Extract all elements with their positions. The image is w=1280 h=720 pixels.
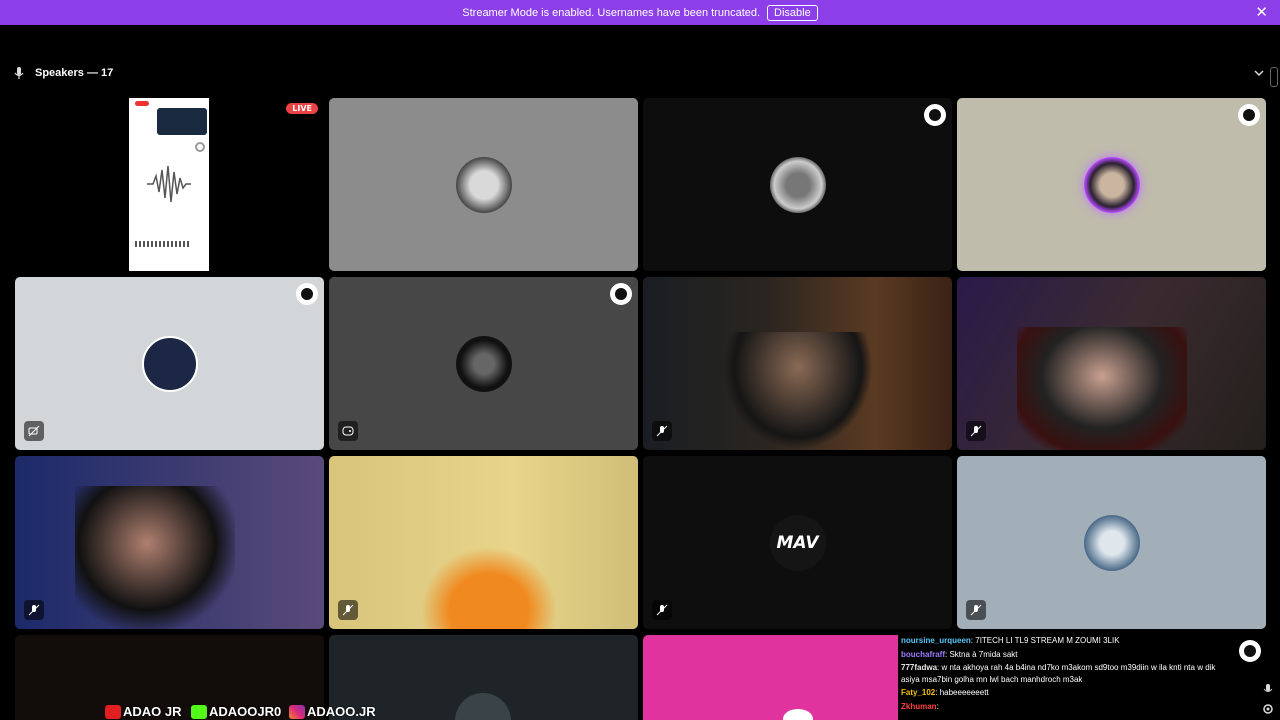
chevron-down-icon[interactable] [1252, 66, 1266, 80]
avatar [1083, 156, 1140, 213]
speakers-title: Speakers — 17 [35, 67, 114, 79]
avatar [769, 156, 826, 213]
participant-tile-6[interactable] [329, 277, 638, 450]
audio-waveform-icon [147, 165, 191, 203]
avatar-logo-text: MAV [776, 532, 819, 553]
chat-message: 777fadwa: w nta akhoya rah 4a b4ina nd7k… [901, 663, 1216, 684]
participant-tile-2[interactable] [329, 98, 638, 271]
avatar: MAV [769, 514, 826, 571]
participant-tile-7[interactable] [643, 277, 952, 450]
activity-icon [338, 421, 358, 441]
webcam-video [409, 536, 569, 629]
participant-tile-8[interactable] [957, 277, 1266, 450]
instagram-icon [289, 704, 305, 719]
participant-tile-1[interactable]: LIVE [15, 98, 324, 271]
microphone-muted-icon [338, 600, 358, 620]
disable-streamer-mode-button[interactable]: Disable [767, 4, 818, 21]
chat-message: bouchafraff: Sktna à 7mida sakt [901, 649, 1018, 659]
instagram-handle: ADAOO.JR [289, 703, 376, 720]
participant-tile-10[interactable] [329, 456, 638, 629]
avatar [1083, 514, 1140, 571]
phone-screen-share [129, 98, 209, 271]
kick-icon [191, 704, 207, 719]
participant-tile-4[interactable] [957, 98, 1266, 271]
participant-tile-3[interactable] [643, 98, 952, 271]
chat-message: noursine_urqueen: 7ITECH LI TL9 STREAM M… [901, 636, 1120, 645]
kick-handle: ADAOOJR0 [191, 703, 281, 720]
chat-message: Faty_102: habeeeeeeett [901, 688, 989, 697]
stream-badge-icon [1238, 104, 1260, 126]
participant-tile-15[interactable] [643, 635, 903, 720]
stream-badge-icon [924, 104, 946, 126]
stream-badge-icon [1239, 640, 1261, 662]
avatar [455, 693, 511, 720]
speakers-header[interactable]: Speakers — 17 [12, 64, 1268, 82]
streamer-mode-banner: Streamer Mode is enabled. Usernames have… [0, 0, 1280, 25]
avatar [455, 156, 512, 213]
participant-tile-12[interactable] [957, 456, 1266, 629]
microphone-muted-icon [966, 421, 986, 441]
banner-message: Streamer Mode is enabled. Usernames have… [462, 6, 761, 19]
stream-badge-icon [296, 283, 318, 305]
avatar [141, 335, 198, 392]
participant-tile-5[interactable] [15, 277, 324, 450]
settings-icon[interactable] [1262, 703, 1274, 715]
microphone-icon[interactable] [1262, 683, 1274, 695]
microphone-muted-icon [966, 600, 986, 620]
microphone-muted-icon [652, 600, 672, 620]
avatar [455, 335, 512, 392]
participant-tile-11[interactable]: MAV [643, 456, 952, 629]
avatar [783, 709, 813, 720]
youtube-icon [105, 704, 121, 719]
webcam-video [75, 486, 235, 629]
webcam-video [1017, 327, 1187, 450]
webcam-video [723, 332, 873, 450]
stream-badge-icon [610, 283, 632, 305]
microphone-muted-icon [652, 421, 672, 441]
stream-chat-overlay: noursine_urqueen: 7ITECH LI TL9 STREAM M… [901, 635, 1221, 712]
close-icon[interactable]: ✕ [1255, 3, 1268, 21]
microphone-muted-icon [24, 600, 44, 620]
chat-message: Zkhuman: [901, 701, 939, 711]
scrollbar[interactable] [1270, 67, 1278, 87]
participant-tile-9[interactable] [15, 456, 324, 629]
youtube-handle: ADAO JR [105, 703, 182, 720]
live-badge: LIVE [286, 103, 318, 114]
microphone-icon [14, 67, 24, 79]
video-off-icon [24, 421, 44, 441]
